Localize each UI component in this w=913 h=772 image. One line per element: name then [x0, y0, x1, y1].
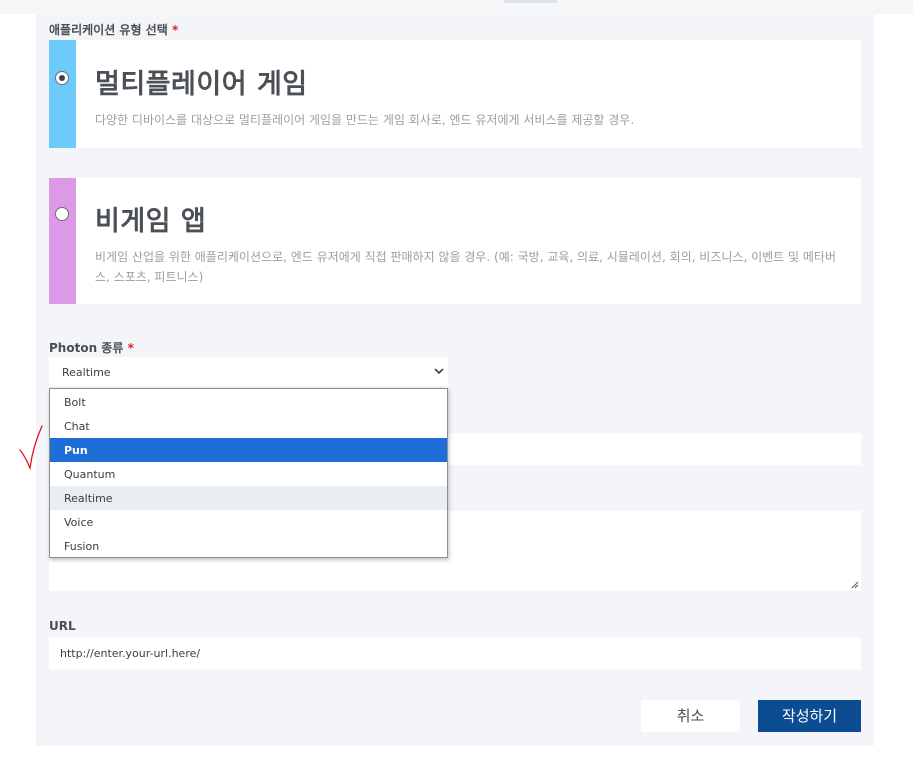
app-type-label: 애플리케이션 유형 선택 *	[49, 21, 178, 38]
dropdown-option-bolt[interactable]: Bolt	[50, 390, 447, 414]
photon-type-select[interactable]: Realtime	[49, 357, 448, 386]
url-label: URL	[49, 619, 76, 633]
required-mark: *	[127, 341, 134, 355]
option-description-multiplayer: 다양한 디바이스를 대상으로 멀티플레이어 게임을 만드는 게임 회사로, 엔드…	[95, 113, 635, 127]
red-checkmark-annotation	[19, 425, 43, 470]
required-mark: *	[171, 23, 179, 37]
dropdown-option-voice[interactable]: Voice	[50, 510, 447, 534]
page-top-background	[0, 0, 913, 14]
top-tab-indicator	[504, 0, 557, 3]
photon-type-selected-value: Realtime	[62, 366, 111, 379]
submit-button[interactable]: 작성하기	[758, 700, 861, 732]
option-title-multiplayer: 멀티플레이어 게임	[95, 69, 308, 100]
radio-nongame[interactable]	[55, 207, 69, 221]
dropdown-option-chat[interactable]: Chat	[50, 414, 447, 438]
option-accent-stripe	[49, 40, 76, 148]
app-type-option-multiplayer[interactable]: 멀티플레이어 게임 다양한 디바이스를 대상으로 멀티플레이어 게임을 만드는 …	[49, 40, 861, 148]
cancel-button[interactable]: 취소	[641, 700, 740, 732]
option-title-nongame: 비게임 앱	[95, 206, 207, 237]
photon-type-dropdown-list[interactable]: Bolt Chat Pun Quantum Realtime Voice Fus…	[49, 388, 448, 558]
app-type-label-text: 애플리케이션 유형 선택	[49, 23, 168, 37]
chevron-down-icon	[434, 368, 444, 375]
option-accent-stripe	[49, 178, 76, 304]
dropdown-option-quantum[interactable]: Quantum	[50, 462, 447, 486]
dropdown-option-pun[interactable]: Pun	[50, 438, 447, 462]
dropdown-option-realtime[interactable]: Realtime	[50, 486, 447, 510]
resize-grip-icon[interactable]	[851, 581, 859, 589]
radio-multiplayer[interactable]	[55, 71, 69, 85]
photon-type-label: Photon 종류 *	[49, 339, 134, 356]
photon-type-label-text: Photon 종류	[49, 341, 124, 355]
app-type-option-nongame[interactable]: 비게임 앱 비게임 산업을 위한 애플리케이션으로, 엔드 유저에게 직접 판매…	[49, 178, 861, 304]
option-description-nongame: 비게임 산업을 위한 애플리케이션으로, 엔드 유저에게 직접 판매하지 않을 …	[95, 250, 836, 284]
url-input[interactable]: http://enter.your-url.here/	[49, 637, 861, 669]
dropdown-option-fusion[interactable]: Fusion	[50, 534, 447, 558]
